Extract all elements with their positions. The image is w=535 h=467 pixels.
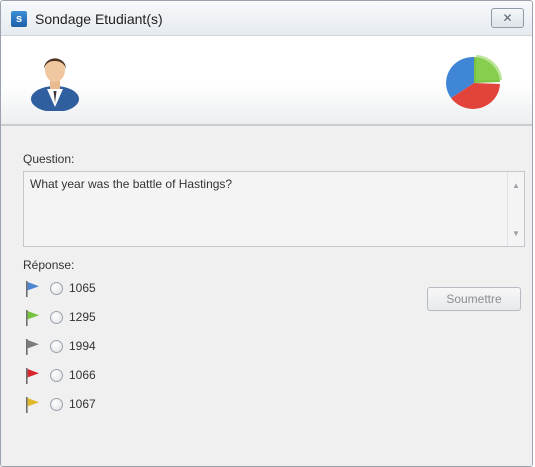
answer-radio[interactable] <box>50 282 63 295</box>
gray-flag-icon <box>26 339 39 355</box>
green-flag-icon <box>26 310 39 326</box>
question-label: Question: <box>23 152 75 166</box>
question-textbox[interactable]: What year was the battle of Hastings? ▲ … <box>23 171 525 247</box>
answer-option[interactable]: 1067 <box>25 394 145 423</box>
scroll-up-arrow-icon[interactable]: ▲ <box>508 178 524 194</box>
title-bar: s Sondage Etudiant(s) ✕ <box>1 1 532 36</box>
app-icon: s <box>11 11 27 27</box>
window-title: Sondage Etudiant(s) <box>35 11 163 27</box>
answer-text: 1295 <box>69 310 96 324</box>
answer-text: 1065 <box>69 281 96 295</box>
red-flag-icon <box>26 368 39 384</box>
answer-list: 1065 1295 1994 1066 1067 <box>25 278 145 423</box>
survey-window: s Sondage Etudiant(s) ✕ Question: What y… <box>0 0 533 467</box>
submit-button[interactable]: Soumettre <box>427 287 521 311</box>
answer-text: 1066 <box>69 368 96 382</box>
answer-radio[interactable] <box>50 340 63 353</box>
answer-option[interactable]: 1994 <box>25 336 145 365</box>
blue-flag-icon <box>26 281 39 297</box>
answer-option[interactable]: 1065 <box>25 278 145 307</box>
question-text: What year was the battle of Hastings? <box>30 177 233 191</box>
user-icon <box>31 58 79 111</box>
answer-text: 1067 <box>69 397 96 411</box>
close-button[interactable]: ✕ <box>491 8 524 28</box>
answer-radio[interactable] <box>50 398 63 411</box>
answer-text: 1994 <box>69 339 96 353</box>
content-area: Question: What year was the battle of Ha… <box>1 127 532 466</box>
answer-option[interactable]: 1066 <box>25 365 145 394</box>
answer-label: Réponse: <box>23 258 75 272</box>
answer-option[interactable]: 1295 <box>25 307 145 336</box>
answer-radio[interactable] <box>50 369 63 382</box>
question-scrollbar[interactable]: ▲ ▼ <box>507 172 524 246</box>
answer-radio[interactable] <box>50 311 63 324</box>
scroll-down-arrow-icon[interactable]: ▼ <box>508 226 524 242</box>
header-banner <box>1 36 532 126</box>
yellow-flag-icon <box>26 397 39 413</box>
pie-chart-icon <box>446 55 502 109</box>
